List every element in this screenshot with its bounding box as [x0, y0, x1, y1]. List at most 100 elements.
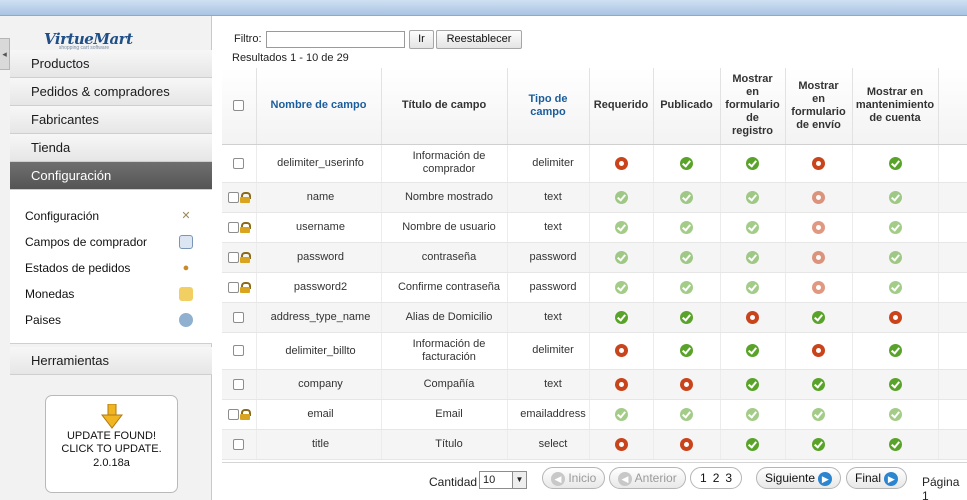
field-title-cell: Nombre mostrado: [381, 182, 508, 213]
row-select-cell[interactable]: [222, 429, 257, 460]
quantity-select[interactable]: 10 ▼: [479, 471, 527, 489]
row-checkbox[interactable]: [233, 157, 245, 169]
check-icon[interactable]: [888, 437, 902, 451]
field-name-link[interactable]: address_type_name: [256, 302, 382, 333]
collapse-sidebar-icon[interactable]: ◂: [0, 38, 10, 70]
cross-icon[interactable]: [614, 344, 628, 357]
submenu-item-campos-comprador[interactable]: Campos de comprador: [25, 232, 205, 252]
row-select-cell[interactable]: [222, 212, 257, 243]
published-cell: [653, 212, 721, 243]
prev-page-button[interactable]: ◀ Anterior: [609, 467, 686, 489]
row-checkbox[interactable]: [227, 408, 239, 420]
submenu-item-configuracion[interactable]: Configuración ✕: [25, 206, 205, 226]
check-icon[interactable]: [888, 344, 902, 357]
row-select-cell[interactable]: [222, 182, 257, 213]
cross-icon[interactable]: [812, 344, 825, 357]
row-checkbox[interactable]: [233, 438, 245, 450]
page-link-1[interactable]: 1: [700, 471, 707, 485]
check-icon[interactable]: [812, 437, 825, 451]
check-icon[interactable]: [746, 344, 759, 357]
show-shipping-cell: [785, 144, 853, 183]
header-select-all[interactable]: [222, 68, 257, 145]
field-name-link[interactable]: email: [256, 399, 382, 430]
row-checkbox[interactable]: [233, 311, 245, 323]
check-icon[interactable]: [614, 310, 628, 324]
row-select-cell[interactable]: [222, 302, 257, 333]
row-select-cell[interactable]: [222, 399, 257, 430]
field-name-link[interactable]: password2: [256, 272, 382, 303]
required-cell: [589, 242, 654, 273]
cross-icon[interactable]: [746, 310, 759, 324]
cross-icon[interactable]: [614, 377, 628, 391]
required-cell: [589, 332, 654, 370]
results-count: Resultados 1 - 10 de 29: [232, 52, 349, 64]
submenu-item-monedas[interactable]: Monedas: [25, 284, 205, 304]
quantity-label: Cantidad: [429, 475, 478, 489]
check-icon[interactable]: [812, 377, 825, 391]
filter-go-button[interactable]: Ir: [409, 30, 434, 49]
field-name-link[interactable]: delimiter_billto: [256, 332, 382, 370]
page-link-2[interactable]: 2: [713, 471, 720, 485]
row-select-cell[interactable]: [222, 144, 257, 183]
row-checkbox[interactable]: [233, 378, 245, 390]
filter-reset-button[interactable]: Reestablecer: [436, 30, 522, 49]
submenu-item-paises[interactable]: Paises: [25, 310, 205, 330]
cross-icon[interactable]: [614, 156, 628, 170]
row-checkbox[interactable]: [227, 251, 239, 263]
row-checkbox[interactable]: [227, 221, 239, 233]
page-link-3[interactable]: 3: [725, 471, 732, 485]
field-name-link[interactable]: username: [256, 212, 382, 243]
row-select-cell[interactable]: [222, 369, 257, 400]
menu-productos[interactable]: Productos: [10, 50, 212, 78]
check-icon[interactable]: [680, 310, 693, 324]
last-page-button[interactable]: Final ▶: [846, 467, 908, 489]
field-name-link[interactable]: company: [256, 369, 382, 400]
check-icon[interactable]: [888, 377, 902, 391]
next-page-label: Siguiente: [765, 471, 816, 485]
check-icon[interactable]: [746, 377, 759, 391]
row-checkbox[interactable]: [227, 191, 239, 203]
cross-icon[interactable]: [812, 156, 825, 170]
cross-icon[interactable]: [680, 377, 693, 391]
field-name-link[interactable]: title: [256, 429, 382, 460]
check-icon[interactable]: [746, 437, 759, 451]
next-page-button[interactable]: Siguiente ▶: [756, 467, 842, 489]
menu-herramientas[interactable]: Herramientas: [10, 347, 212, 375]
row-select-cell[interactable]: [222, 242, 257, 273]
submenu-item-estados-pedidos[interactable]: Estados de pedidos ●: [25, 258, 205, 278]
menu-fabricantes[interactable]: Fabricantes: [10, 106, 212, 134]
header-field-name[interactable]: Nombre de campo: [256, 68, 382, 145]
check-icon: [614, 190, 628, 204]
row-checkbox[interactable]: [227, 281, 239, 293]
check-icon[interactable]: [888, 156, 902, 170]
field-type-cell: delimiter: [507, 144, 590, 183]
virtuemart-logo[interactable]: VirtueMart shopping cart software: [44, 30, 133, 52]
table-row: delimiter_userinfo Información de comprado…: [222, 144, 967, 183]
row-checkbox[interactable]: [233, 345, 245, 357]
first-page-button[interactable]: ◀ Inicio: [542, 467, 606, 489]
cross-icon[interactable]: [888, 310, 902, 324]
update-notice-button[interactable]: UPDATE FOUND! CLICK TO UPDATE. 2.0.18a: [45, 395, 178, 493]
field-title-cell: Email: [381, 399, 508, 430]
row-select-cell[interactable]: [222, 272, 257, 303]
check-icon[interactable]: [812, 310, 825, 324]
field-name-link[interactable]: delimiter_userinfo: [256, 144, 382, 183]
cross-icon[interactable]: [680, 437, 693, 451]
cross-icon[interactable]: [614, 437, 628, 451]
select-all-checkbox[interactable]: [233, 99, 245, 111]
menu-configuracion[interactable]: Configuración: [10, 162, 212, 190]
show-account-cell: [852, 302, 939, 333]
menu-tienda[interactable]: Tienda: [10, 134, 212, 162]
field-title-cell: contraseña: [381, 242, 508, 273]
cross-icon: [812, 190, 825, 204]
check-icon[interactable]: [746, 156, 759, 170]
table-header-row: Nombre de campo Título de campo Tipo de …: [222, 68, 967, 145]
menu-pedidos[interactable]: Pedidos & compradores: [10, 78, 212, 106]
check-icon[interactable]: [680, 156, 693, 170]
field-name-link[interactable]: name: [256, 182, 382, 213]
check-icon[interactable]: [680, 344, 693, 357]
field-name-link[interactable]: password: [256, 242, 382, 273]
filter-input[interactable]: [266, 31, 405, 48]
header-field-type[interactable]: Tipo de campo: [507, 68, 590, 145]
row-select-cell[interactable]: [222, 332, 257, 370]
